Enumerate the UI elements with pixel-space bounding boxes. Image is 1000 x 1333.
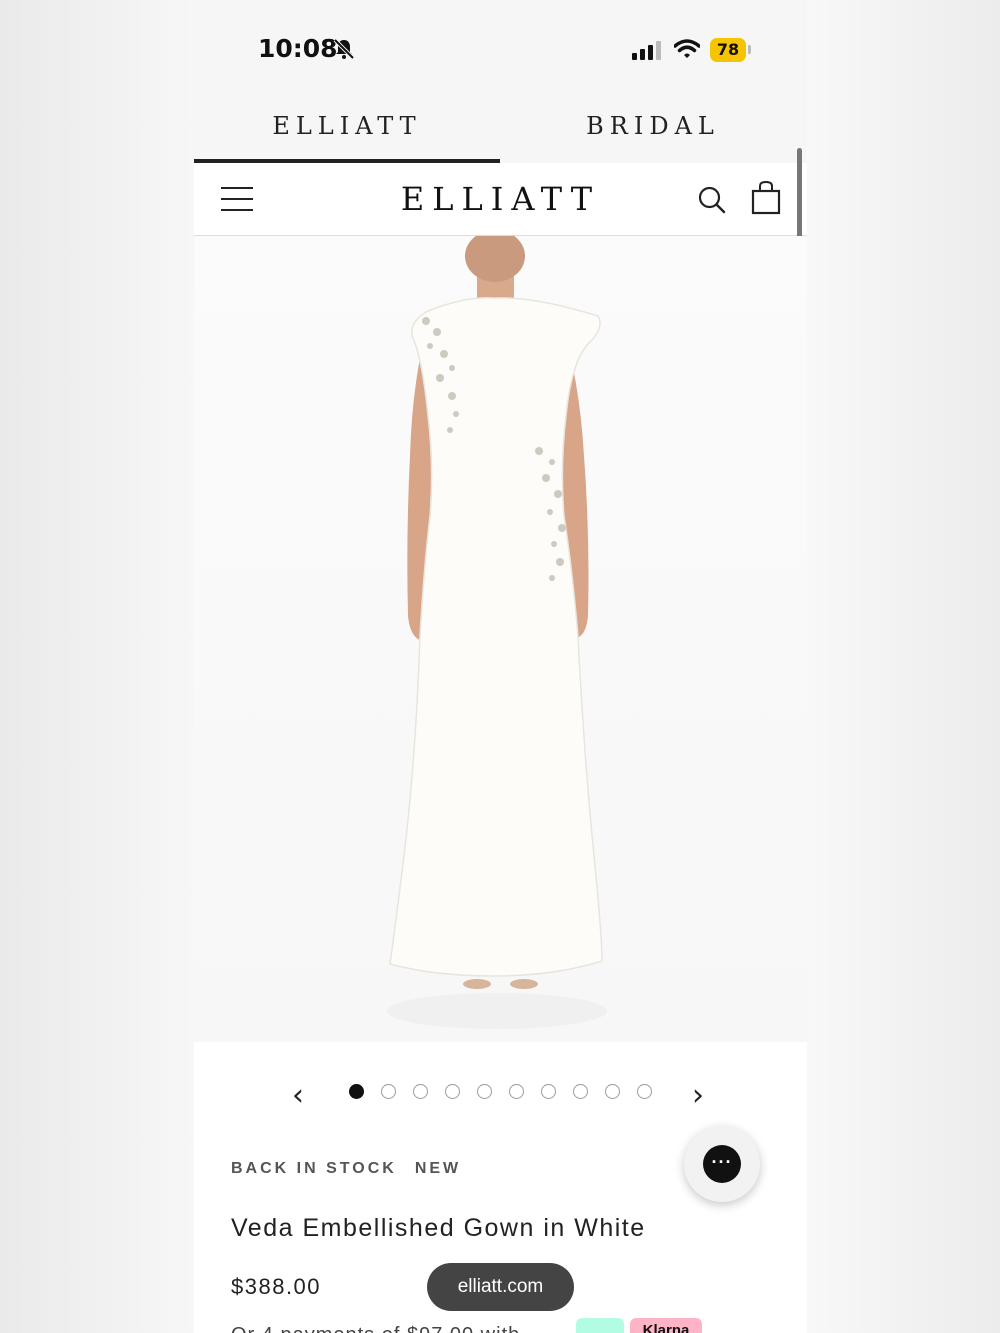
- product-image[interactable]: [194, 236, 807, 1042]
- battery-tip: [748, 45, 751, 54]
- carousel-dot[interactable]: [541, 1084, 556, 1099]
- phone-screen: 10:08 78 ELLIATT BRIDAL ELLIATT ‹ › BACK…: [194, 0, 807, 1333]
- bell-muted-icon: [333, 38, 355, 60]
- carousel-dot[interactable]: [445, 1084, 460, 1099]
- carousel-dot[interactable]: [637, 1084, 652, 1099]
- carousel-prev-icon[interactable]: ‹: [292, 1078, 304, 1113]
- battery-indicator: 78: [710, 38, 746, 62]
- tag-new: NEW: [414, 1160, 462, 1177]
- product-name: Veda Embellished Gown in White: [231, 1214, 646, 1242]
- carousel-dot[interactable]: [381, 1084, 396, 1099]
- installment-text: Or 4 payments of $97.00 with: [231, 1324, 520, 1333]
- browser-url-pill[interactable]: elliatt.com: [427, 1263, 574, 1311]
- tab-bridal[interactable]: BRIDAL: [500, 112, 806, 140]
- wifi-icon: [674, 39, 700, 58]
- carousel-next-icon[interactable]: ›: [692, 1078, 704, 1113]
- background-left: [0, 0, 194, 1333]
- product-tags: BACK IN STOCK NEW: [231, 1160, 461, 1178]
- shopping-bag-icon[interactable]: [751, 181, 781, 215]
- site-header: ELLIATT: [194, 163, 807, 236]
- carousel-dot[interactable]: [573, 1084, 588, 1099]
- tag-back-in-stock: BACK IN STOCK: [231, 1160, 397, 1177]
- gown-illustration: [387, 236, 607, 1029]
- klarna-badge[interactable]: Klarna: [630, 1318, 702, 1333]
- product-price: $388.00: [231, 1274, 322, 1299]
- status-time: 10:08: [258, 34, 338, 63]
- carousel-dot[interactable]: [605, 1084, 620, 1099]
- carousel-dots: [349, 1084, 652, 1099]
- tab-elliatt[interactable]: ELLIATT: [194, 112, 500, 140]
- cellular-signal-icon: [632, 41, 661, 60]
- background-right: [807, 0, 1000, 1333]
- afterpay-badge-icon[interactable]: [576, 1318, 624, 1333]
- carousel-dot[interactable]: [349, 1084, 364, 1099]
- carousel-dot[interactable]: [509, 1084, 524, 1099]
- search-icon[interactable]: [697, 185, 727, 215]
- chat-bubble-icon: ···: [703, 1145, 741, 1183]
- carousel-dot[interactable]: [477, 1084, 492, 1099]
- chat-button[interactable]: ···: [684, 1126, 760, 1202]
- carousel-dot[interactable]: [413, 1084, 428, 1099]
